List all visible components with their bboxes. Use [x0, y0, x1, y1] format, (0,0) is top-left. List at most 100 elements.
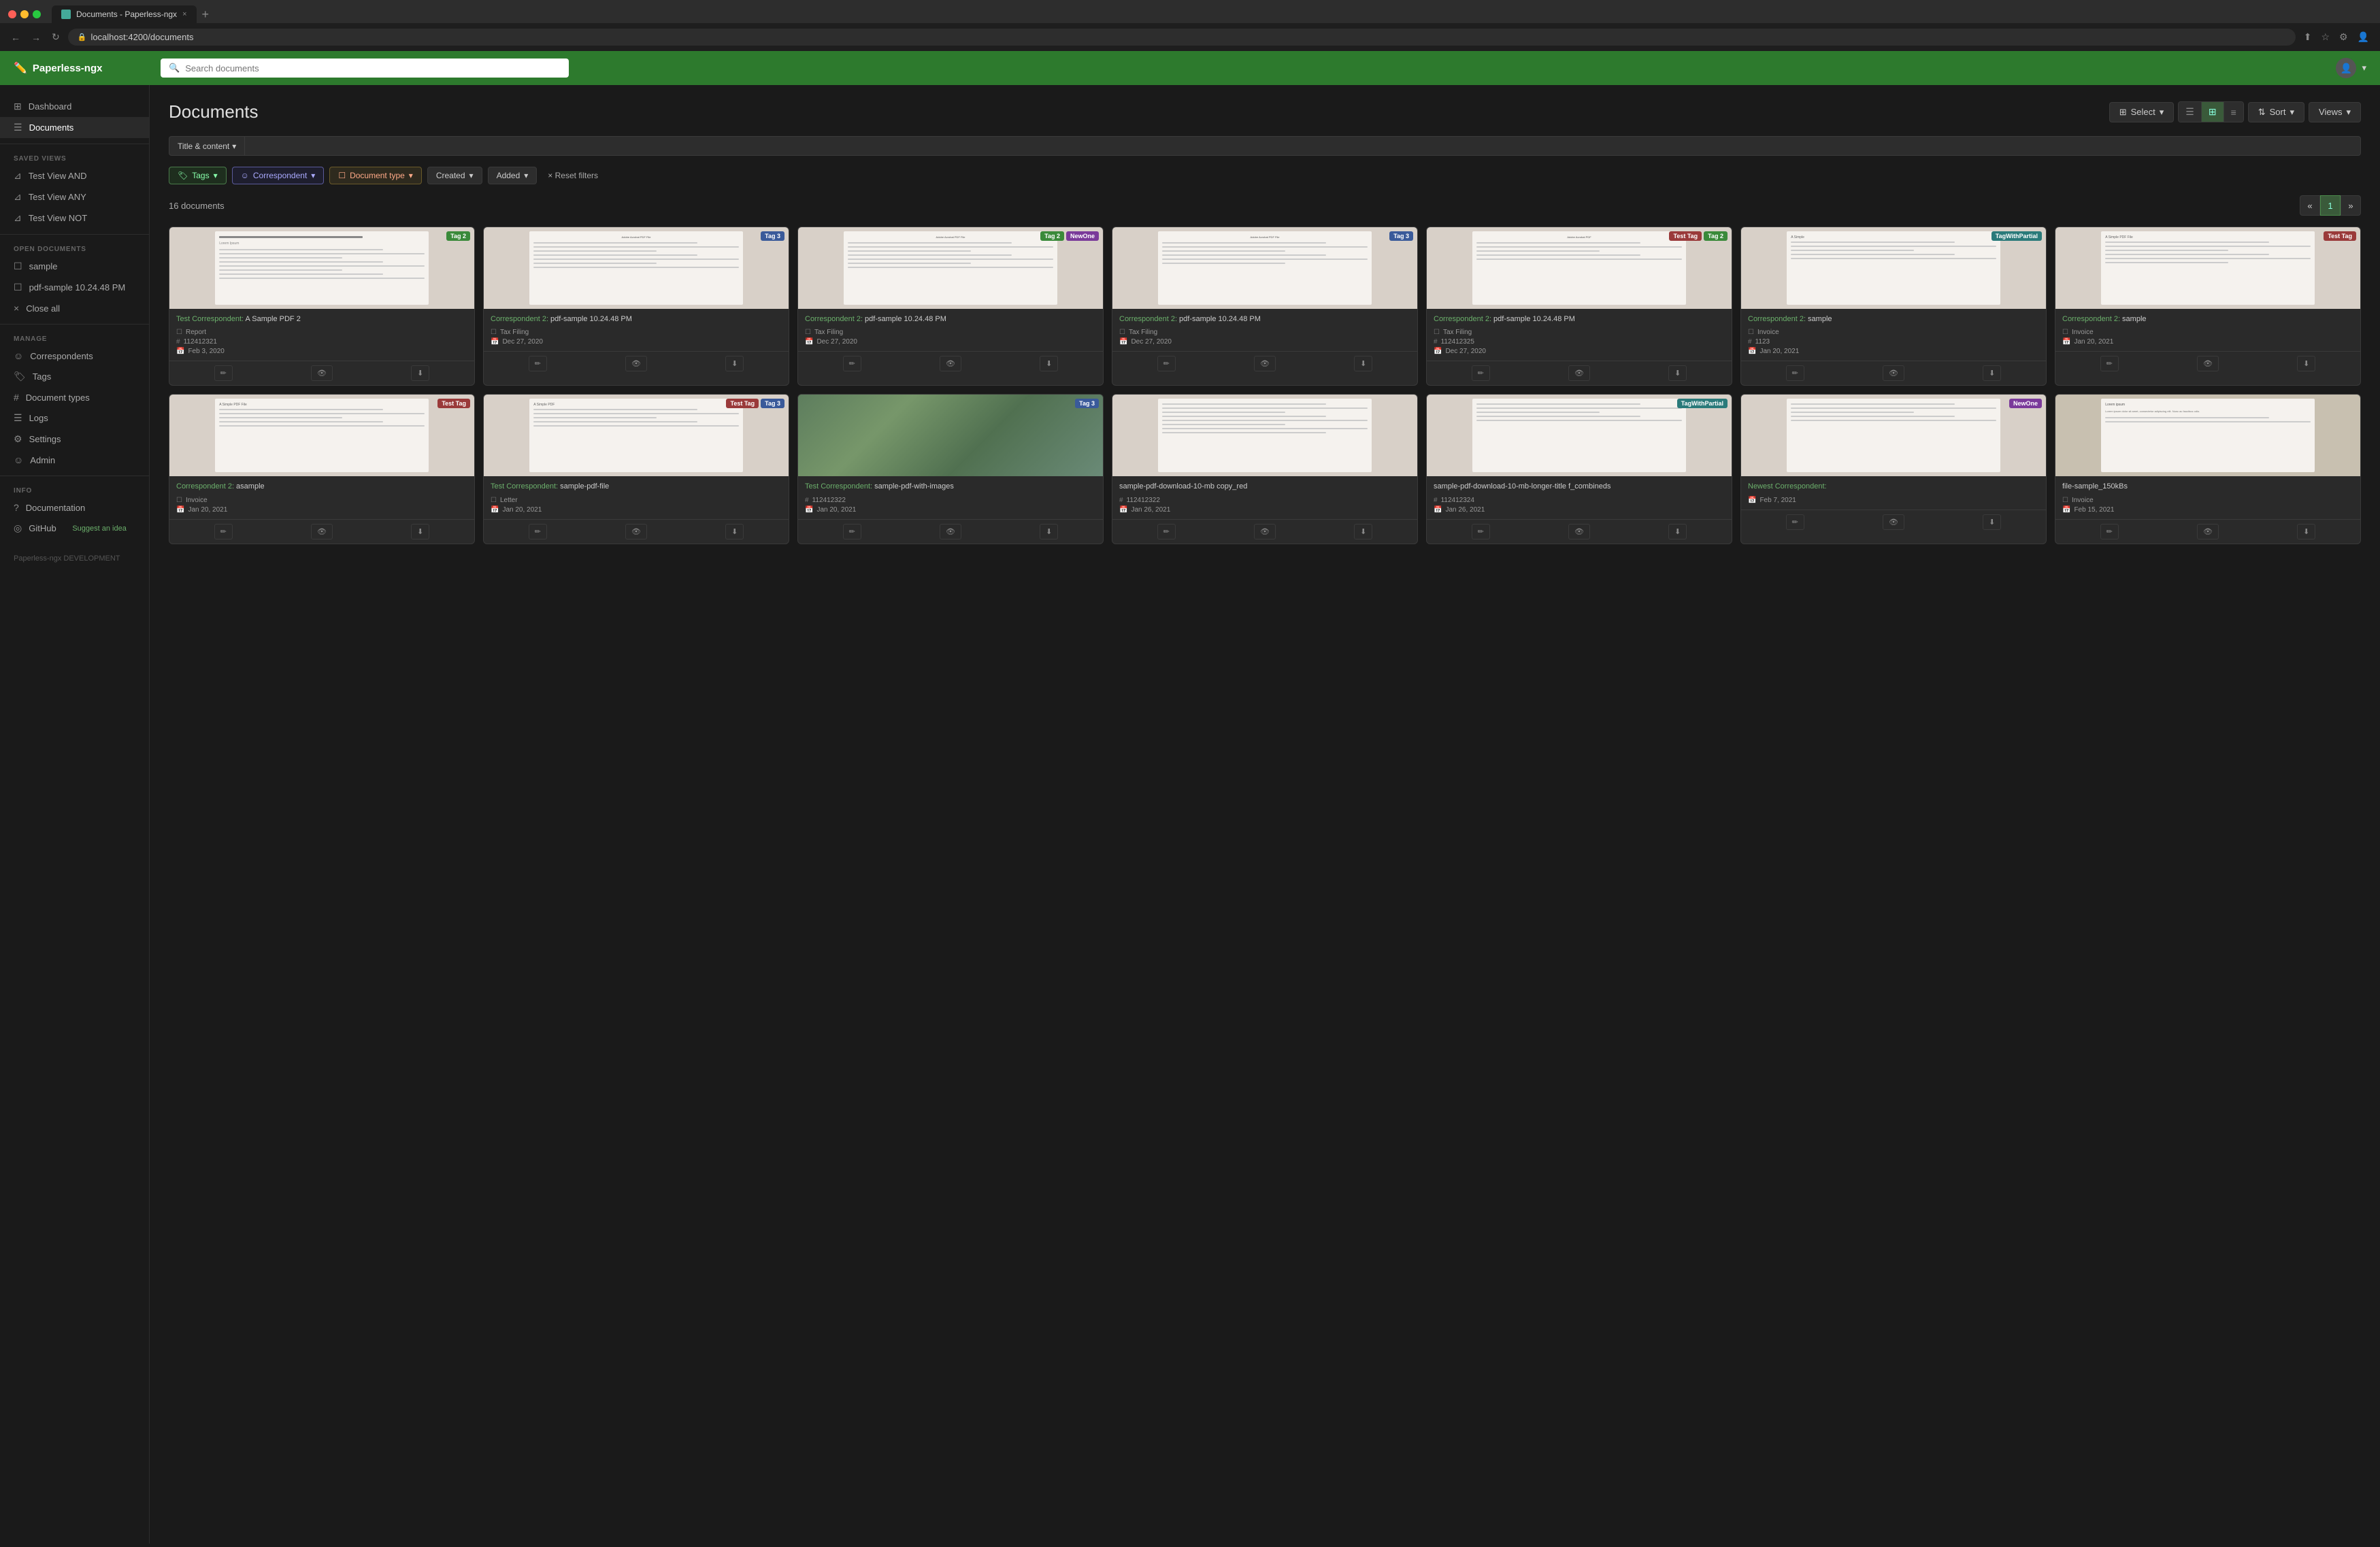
grid-view-btn[interactable]: ⊞: [2202, 102, 2224, 122]
extensions-btn[interactable]: ⚙: [2336, 29, 2351, 46]
edit-btn[interactable]: ✏: [214, 365, 233, 381]
sidebar-item-documentation[interactable]: ? Documentation: [0, 497, 149, 518]
avatar[interactable]: 👤: [2336, 58, 2356, 78]
created-filter-btn[interactable]: Created ▾: [427, 167, 482, 184]
edit-btn[interactable]: ✏: [2100, 524, 2119, 539]
correspondent-link[interactable]: Correspondent 2:: [2062, 315, 2120, 323]
download-btn[interactable]: ⬇: [1983, 514, 2001, 530]
next-page-btn[interactable]: »: [2341, 195, 2361, 216]
download-btn[interactable]: ⬇: [1040, 356, 1058, 371]
table-row[interactable]: Adobe Acrobat PDF File Tag 3: [483, 227, 789, 386]
global-search-bar[interactable]: 🔍: [161, 59, 569, 78]
edit-btn[interactable]: ✏: [2100, 356, 2119, 371]
edit-btn[interactable]: ✏: [1472, 524, 1490, 539]
correspondent-filter-btn[interactable]: ☺ Correspondent ▾: [232, 167, 325, 184]
correspondent-link[interactable]: Correspondent 2:: [176, 482, 234, 490]
sidebar-item-test-view-any[interactable]: ⊿ Test View ANY: [0, 186, 149, 207]
table-row[interactable]: A Simple PDF File Test Tag: [169, 394, 475, 544]
tab-close-btn[interactable]: ×: [182, 10, 186, 18]
table-row[interactable]: sample-pdf-download-10-mb copy_red # 112…: [1112, 394, 1418, 544]
filter-text-input[interactable]: [244, 136, 2361, 156]
edit-btn[interactable]: ✏: [1786, 514, 1804, 530]
select-button[interactable]: ⊞ Select ▾: [2109, 102, 2175, 122]
edit-btn[interactable]: ✏: [1786, 365, 1804, 381]
view-btn[interactable]: 👁: [1254, 356, 1276, 371]
view-btn[interactable]: 👁: [311, 365, 333, 381]
profile-btn[interactable]: 👤: [2355, 29, 2372, 46]
sidebar-item-tags[interactable]: 🏷 Tags: [0, 366, 149, 387]
reset-filters-btn[interactable]: × Reset filters: [542, 167, 604, 184]
edit-btn[interactable]: ✏: [843, 524, 861, 539]
suggest-idea-link[interactable]: Suggest an idea: [72, 525, 127, 533]
sidebar-item-pdf-sample[interactable]: ☐ pdf-sample 10.24.48 PM: [0, 277, 149, 298]
sidebar-item-sample[interactable]: ☐ sample: [0, 256, 149, 277]
filter-type-button[interactable]: Title & content ▾: [169, 136, 244, 156]
correspondent-link[interactable]: Correspondent 2:: [805, 315, 863, 323]
download-btn[interactable]: ⬇: [411, 365, 429, 381]
table-row[interactable]: A Simple PDF Test Tag Tag 3: [483, 394, 789, 544]
view-btn[interactable]: 👁: [2197, 524, 2219, 539]
edit-btn[interactable]: ✏: [1157, 356, 1176, 371]
prev-page-btn[interactable]: «: [2300, 195, 2320, 216]
edit-btn[interactable]: ✏: [843, 356, 861, 371]
browser-tab-active[interactable]: Documents - Paperless-ngx ×: [52, 5, 197, 23]
edit-btn[interactable]: ✏: [529, 356, 547, 371]
sidebar-item-admin[interactable]: ☺ Admin: [0, 450, 149, 470]
views-button[interactable]: Views ▾: [2309, 102, 2361, 122]
table-row[interactable]: Adobe Acrobat PDF File Tag 3: [1112, 227, 1418, 386]
view-btn[interactable]: 👁: [940, 524, 961, 539]
share-btn[interactable]: ⬆: [2301, 29, 2315, 46]
download-btn[interactable]: ⬇: [1354, 356, 1372, 371]
correspondent-link[interactable]: Test Correspondent:: [491, 482, 558, 490]
download-btn[interactable]: ⬇: [411, 524, 429, 539]
download-btn[interactable]: ⬇: [725, 356, 744, 371]
sidebar-item-github[interactable]: ◎ GitHub Suggest an idea: [0, 518, 149, 539]
table-row[interactable]: TagWithPartial sample-pdf-download-10-mb…: [1426, 394, 1732, 544]
added-filter-btn[interactable]: Added ▾: [488, 167, 538, 184]
table-row[interactable]: Adobe Acrobat PDF File Tag 2 NewOne: [797, 227, 1104, 386]
download-btn[interactable]: ⬇: [2297, 356, 2315, 371]
correspondent-link[interactable]: Correspondent 2:: [1119, 315, 1177, 323]
download-btn[interactable]: ⬇: [1040, 524, 1058, 539]
correspondent-link[interactable]: Correspondent 2:: [1748, 315, 1806, 323]
view-btn[interactable]: 👁: [1254, 524, 1276, 539]
table-row[interactable]: Lorem ipsum Lorem ipsum dolor sit amet, …: [2055, 394, 2361, 544]
user-dropdown-icon[interactable]: ▾: [2362, 63, 2366, 73]
sidebar-item-correspondents[interactable]: ☺ Correspondents: [0, 346, 149, 366]
refresh-btn[interactable]: ↻: [49, 29, 63, 46]
sidebar-item-test-view-not[interactable]: ⊿ Test View NOT: [0, 207, 149, 229]
table-row[interactable]: A Simple PDF File Test Tag: [2055, 227, 2361, 386]
download-btn[interactable]: ⬇: [1668, 524, 1687, 539]
view-btn[interactable]: 👁: [625, 356, 647, 371]
address-bar[interactable]: 🔒 localhost:4200/documents: [68, 29, 2296, 46]
edit-btn[interactable]: ✏: [529, 524, 547, 539]
download-btn[interactable]: ⬇: [1983, 365, 2001, 381]
compact-view-btn[interactable]: ≡: [2224, 102, 2243, 122]
download-btn[interactable]: ⬇: [2297, 524, 2315, 539]
sidebar-item-settings[interactable]: ⚙ Settings: [0, 429, 149, 450]
table-row[interactable]: Tag 3 Test Correspondent: sample-pdf-wit…: [797, 394, 1104, 544]
view-btn[interactable]: 👁: [311, 524, 333, 539]
list-view-btn[interactable]: ☰: [2179, 102, 2202, 122]
new-tab-btn[interactable]: +: [197, 7, 215, 22]
sidebar-item-close-all[interactable]: × Close all: [0, 298, 149, 318]
correspondent-link[interactable]: Test Correspondent:: [176, 315, 244, 323]
tags-filter-btn[interactable]: 🏷 Tags ▾: [169, 167, 227, 184]
edit-btn[interactable]: ✏: [1157, 524, 1176, 539]
view-btn[interactable]: 👁: [625, 524, 647, 539]
sidebar-item-document-types[interactable]: # Document types: [0, 387, 149, 407]
doctype-filter-btn[interactable]: ☐ Document type ▾: [329, 167, 422, 184]
correspondent-link[interactable]: Correspondent 2:: [1434, 315, 1491, 323]
correspondent-link[interactable]: Correspondent 2:: [491, 315, 548, 323]
table-row[interactable]: Adobe Acrobat PDF Test Tag Tag 2: [1426, 227, 1732, 386]
forward-btn[interactable]: →: [29, 29, 44, 46]
minimize-window-btn[interactable]: [20, 10, 29, 18]
search-input[interactable]: [185, 63, 561, 73]
sort-button[interactable]: ⇅ Sort ▾: [2248, 102, 2304, 122]
table-row[interactable]: A Simple TagWithPartial: [1740, 227, 2047, 386]
maximize-window-btn[interactable]: [33, 10, 41, 18]
view-btn[interactable]: 👁: [1883, 365, 1904, 381]
view-btn[interactable]: 👁: [940, 356, 961, 371]
edit-btn[interactable]: ✏: [214, 524, 233, 539]
view-btn[interactable]: 👁: [1568, 365, 1590, 381]
